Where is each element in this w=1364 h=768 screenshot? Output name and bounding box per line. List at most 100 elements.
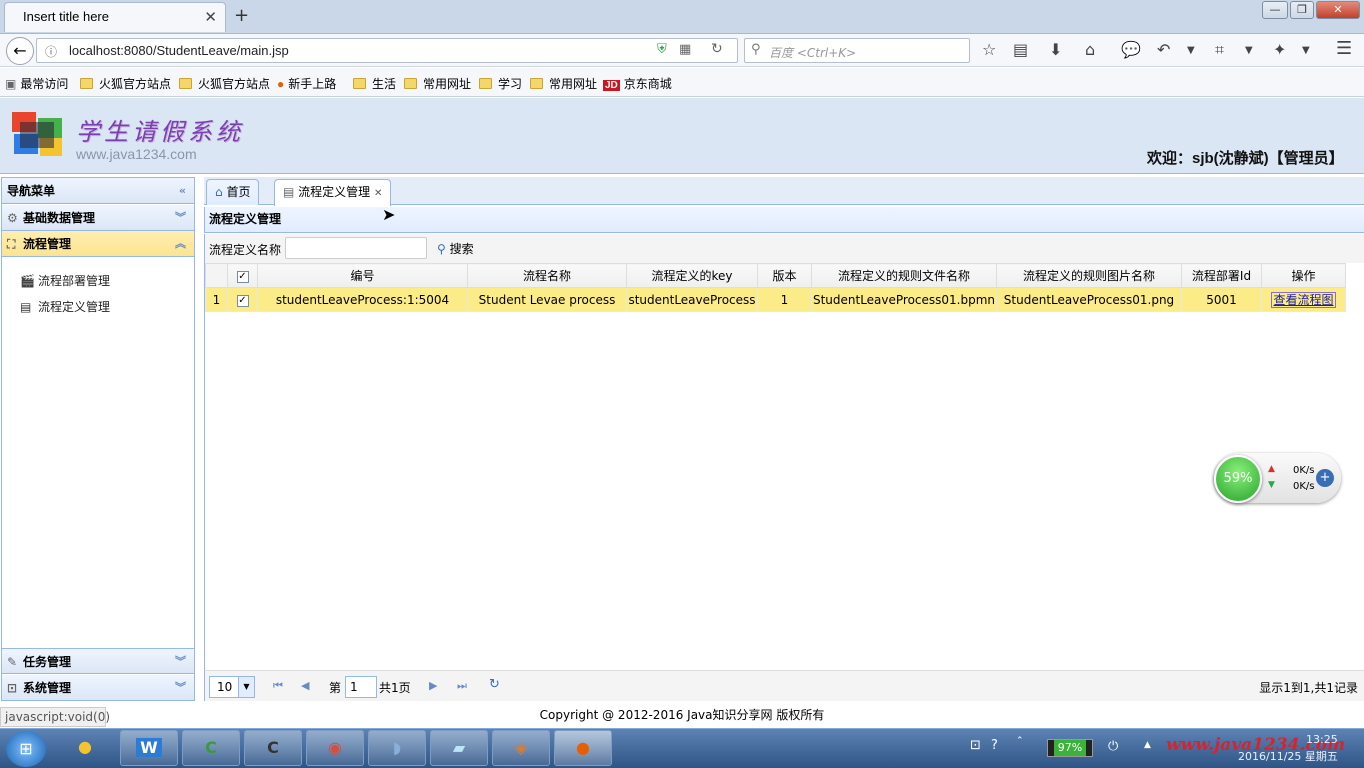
taskbar-app-eclipse[interactable]: ◈ (492, 730, 550, 766)
taskbar-app-firefox[interactable]: ● (554, 730, 612, 766)
column-header[interactable]: 流程定义的规则图片名称 (996, 263, 1182, 288)
bookmark-item[interactable]: 学习 (479, 75, 522, 92)
app-title: 学生请假系统 (76, 118, 244, 146)
undo-icon[interactable]: ↶ (1157, 40, 1170, 59)
nav-item-definition[interactable]: ▤ 流程定义管理 (20, 298, 110, 315)
cell-action: 查看流程图 (1261, 287, 1346, 312)
taskbar-app-mysql[interactable]: ◗ (368, 730, 426, 766)
wps-icon: W (136, 738, 162, 757)
bookmark-item[interactable]: 常用网址 (530, 75, 597, 92)
help-icon[interactable]: ? (991, 738, 998, 753)
restore-button[interactable]: ❐ (1290, 1, 1314, 19)
extension-icon[interactable]: ✦ (1273, 40, 1286, 59)
home-icon[interactable]: ⌂ (1085, 40, 1095, 59)
nav-section-process[interactable]: ⛶ 流程管理 ︽ (2, 231, 194, 257)
bookmark-item[interactable]: 生活 (353, 75, 396, 92)
taskbar-app-camtasia-2[interactable]: C (244, 730, 302, 766)
process-name-input[interactable] (285, 237, 427, 259)
bookmark-item[interactable]: 火狐官方站点 (179, 75, 270, 92)
shield-icon[interactable]: ⛨ (657, 42, 667, 57)
column-header[interactable]: 流程部署Id (1181, 263, 1262, 288)
nav-section-basic-data[interactable]: ⚙ 基础数据管理 ︾ (2, 205, 194, 231)
download-icon[interactable]: ⬇ (1049, 40, 1062, 59)
table-row[interactable]: 1 ✓ studentLeaveProcess:1:5004 Student L… (205, 287, 1346, 312)
cell-key: studentLeaveProcess (626, 287, 758, 312)
taskbar-app-paint[interactable]: ● (56, 730, 114, 766)
collapse-icon[interactable]: « (179, 178, 186, 204)
column-header[interactable]: 版本 (757, 263, 812, 288)
info-icon[interactable]: ⓘ (45, 43, 57, 60)
tab-process-definition[interactable]: ▤ 流程定义管理 ✕ (274, 179, 392, 206)
prev-page-icon[interactable]: ◀ (301, 679, 309, 692)
tray-icon[interactable]: ⊡ (970, 738, 981, 753)
new-tab-button[interactable]: + (234, 5, 249, 26)
first-page-icon[interactable]: ⏮ (273, 679, 283, 693)
reading-list-icon[interactable]: ▤ (1013, 40, 1028, 59)
search-button[interactable]: ⚲ 搜索 (437, 240, 474, 257)
chevron-down-icon[interactable]: ▼ (1245, 45, 1253, 56)
search-box[interactable]: ⚲ 百度 <Ctrl+K> (744, 38, 970, 63)
nav-section-task[interactable]: ✎ 任务管理 ︾ (2, 648, 194, 674)
chevron-down-icon[interactable]: ▼ (1302, 45, 1310, 56)
browser-tab[interactable]: Insert title here ✕ (4, 2, 226, 32)
battery-indicator[interactable]: 97% (1047, 739, 1093, 757)
taskbar-app-notepad[interactable]: ▰ (430, 730, 488, 766)
taskbar-app-chrome[interactable]: ◉ (306, 730, 364, 766)
last-page-icon[interactable]: ⏭ (457, 679, 467, 693)
bookmark-item[interactable]: ● 新手上路 (277, 75, 336, 92)
select-all-header[interactable]: ✓ (227, 263, 258, 288)
refresh-icon[interactable]: ↻ (489, 677, 500, 692)
taskbar-app-camtasia[interactable]: C (182, 730, 240, 766)
bookmark-item[interactable]: 火狐官方站点 (80, 75, 171, 92)
url-bar[interactable]: ⓘ localhost:8080/StudentLeave/main.jsp ⛨… (36, 38, 738, 63)
url-text: localhost:8080/StudentLeave/main.jsp (69, 43, 289, 58)
page-number-input[interactable]: 1 (345, 676, 377, 698)
chevron-down-icon: ︾ (175, 681, 186, 694)
close-tab-icon[interactable]: ✕ (374, 188, 382, 199)
nav-section-system[interactable]: ⊡ 系统管理 ︾ (2, 675, 194, 701)
menu-icon[interactable]: ☰ (1336, 38, 1352, 59)
bookmark-item[interactable]: 常用网址 (404, 75, 471, 92)
folder-icon (479, 78, 492, 89)
chevron-down-icon[interactable]: ▼ (1187, 45, 1195, 56)
home-icon: ⌂ (215, 185, 223, 199)
cpu-gauge[interactable]: 59% (1214, 455, 1262, 503)
close-tab-icon[interactable]: ✕ (204, 8, 217, 26)
taskbar-app-wps[interactable]: W (120, 730, 178, 766)
row-checkbox[interactable]: ✓ (236, 295, 249, 307)
column-header[interactable]: 流程定义的规则文件名称 (811, 263, 997, 288)
tray-chevron-icon[interactable]: ⌃ (1016, 736, 1024, 746)
clock-date: 2016/11/25 星期五 (1238, 750, 1338, 763)
column-header[interactable]: 操作 (1261, 263, 1346, 288)
view-diagram-link[interactable]: 查看流程图 (1271, 292, 1336, 308)
firefox-icon: ● (277, 77, 285, 91)
next-page-icon[interactable]: ▶ (429, 679, 437, 692)
column-header[interactable]: 流程名称 (467, 263, 627, 288)
start-button[interactable]: ⊞ (6, 731, 46, 767)
page-size-select[interactable]: 10 ▼ (209, 676, 255, 698)
minimize-button[interactable]: — (1262, 1, 1288, 19)
page-prefix: 第 (329, 681, 342, 695)
tab-home[interactable]: ⌂ 首页 (206, 179, 260, 205)
chevron-up-icon[interactable]: ▲ (1144, 740, 1151, 750)
column-header[interactable]: 编号 (257, 263, 468, 288)
search-toolbar: 流程定义名称 ⚲ 搜索 (204, 234, 1364, 263)
folder-icon (179, 78, 192, 89)
qr-code-icon[interactable]: ▦ (679, 42, 691, 57)
nav-item-deploy[interactable]: 🎬 流程部署管理 (20, 272, 110, 289)
column-header[interactable]: 流程定义的key (626, 263, 758, 288)
chat-icon[interactable]: 💬 (1121, 40, 1141, 59)
crop-icon[interactable]: ⌗ (1215, 40, 1224, 60)
bookmark-item[interactable]: JD 京东商城 (603, 75, 672, 92)
row-checkbox-cell[interactable]: ✓ (227, 287, 258, 312)
left-nav: 导航菜单 « ⚙ 基础数据管理 ︾ ⛶ 流程管理 ︽ 🎬 流程部署管理 ▤ 流程定义管理… (1, 177, 195, 701)
close-window-button[interactable]: ✕ (1316, 1, 1360, 19)
select-all-checkbox[interactable]: ✓ (236, 271, 249, 283)
arrow-left-icon: ← (13, 41, 27, 60)
cell-deploy-id: 5001 (1181, 287, 1262, 312)
bookmark-star-icon[interactable]: ☆ (982, 40, 996, 59)
bookmark-item[interactable]: ▣ 最常访问 (5, 75, 68, 92)
plus-icon[interactable]: + (1316, 469, 1334, 487)
back-button[interactable]: ← (6, 37, 34, 65)
reload-icon[interactable]: ↻ (711, 41, 723, 57)
